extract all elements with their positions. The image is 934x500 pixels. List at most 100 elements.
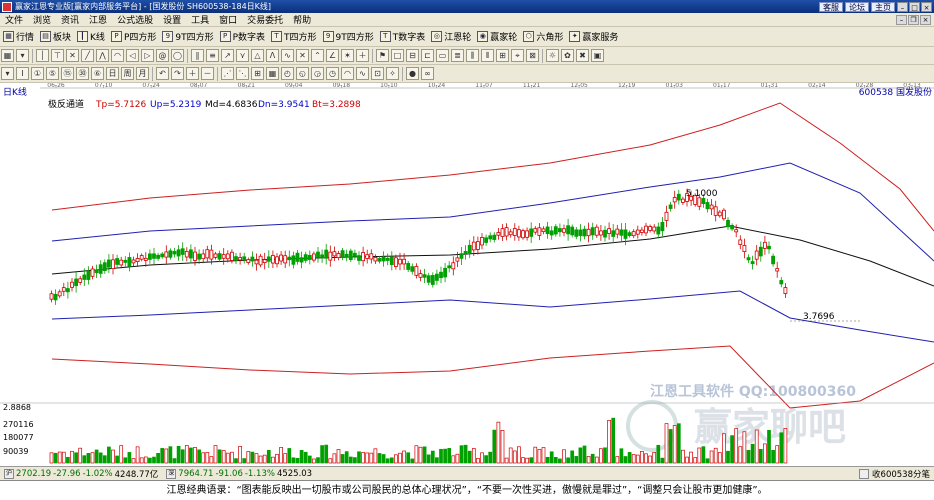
bracket-tool-icon[interactable]: ⊏ [421, 49, 434, 62]
sh-index[interactable]: 沪 2702.19 -27.96 -1.02% 4248.77亿 [0, 468, 162, 480]
month-icon[interactable]: 月 [136, 67, 149, 80]
ellipse-tool-icon[interactable]: ◯ [171, 49, 184, 62]
gann-wheel-button[interactable]: ◎ 江恩轮 [428, 29, 474, 45]
period-1-icon[interactable]: ① [31, 67, 44, 80]
p-number-table-button[interactable]: P P数字表 [217, 29, 268, 45]
period-60-icon[interactable]: ⑥ [91, 67, 104, 80]
menu-gann[interactable]: 江恩 [84, 13, 112, 26]
gann-retrace-icon[interactable]: ◷ [326, 67, 339, 80]
line-tool-icon[interactable]: ╱ [81, 49, 94, 62]
gann-arc-icon[interactable]: ◠ [341, 67, 354, 80]
zigzag-tool-icon[interactable]: ⋎ [236, 49, 249, 62]
kline-chart-area[interactable]: 06-26 07-10 07-24 08-07 08-21 09-04 09-18 10-10… [0, 83, 934, 466]
rose-icon[interactable]: ✿ [561, 49, 574, 62]
color-picker-icon[interactable]: ● [406, 67, 419, 80]
gann-price-icon[interactable]: ◶ [311, 67, 324, 80]
arrow-right-icon[interactable]: ▷ [141, 49, 154, 62]
gann-cycle-icon[interactable]: ◴ [281, 67, 294, 80]
maximize-icon[interactable]: □ [909, 1, 920, 12]
box-split-icon[interactable]: ⊟ [406, 49, 419, 62]
spiral-tool-icon[interactable]: @ [156, 49, 169, 62]
fan-tool-icon[interactable]: ⋀ [96, 49, 109, 62]
grid-view-icon[interactable]: ▦ [1, 49, 14, 62]
angle-tool-icon[interactable]: ∠ [326, 49, 339, 62]
gann-grid-icon[interactable]: ⊞ [251, 67, 264, 80]
menu-formula[interactable]: 公式选股 [112, 13, 158, 26]
parallel-tool-icon[interactable]: ≡ [206, 49, 219, 62]
infinity-icon[interactable]: ∞ [421, 67, 434, 80]
quotes-button[interactable]: ▦ 行情 [0, 29, 37, 45]
chart-dropdown-icon[interactable]: ▾ [1, 67, 14, 80]
menu-news[interactable]: 资讯 [56, 13, 84, 26]
home-link[interactable]: 主页 [871, 1, 895, 12]
fib-tool-icon[interactable]: ≣ [451, 49, 464, 62]
channel-tool-icon[interactable]: ∥ [191, 49, 204, 62]
zoom-out-icon[interactable]: － [201, 67, 214, 80]
arrow-left-icon[interactable]: ◁ [126, 49, 139, 62]
gann-angle-icon[interactable]: ⋱ [236, 67, 249, 80]
fill-icon[interactable]: ▣ [591, 49, 604, 62]
bar-tool-icon[interactable]: │ [36, 49, 49, 62]
kline-button[interactable]: ┃ K线 [74, 29, 108, 45]
flag-tool-icon[interactable]: ⚑ [376, 49, 389, 62]
day-icon[interactable]: 日 [106, 67, 119, 80]
mdi-close-icon[interactable]: × [920, 14, 931, 25]
spike-tool-icon[interactable]: Λ [266, 49, 279, 62]
t-square-button[interactable]: T T四方形 [268, 29, 320, 45]
gann-box2-icon[interactable]: ⊡ [371, 67, 384, 80]
time-tool-icon[interactable]: ⫴ [481, 49, 494, 62]
p-square-button[interactable]: P P四方形 [108, 29, 159, 45]
forum-link[interactable]: 论坛 [845, 1, 869, 12]
box-tool-icon[interactable]: □ [391, 49, 404, 62]
cross-mark-icon[interactable]: ＋ [356, 49, 369, 62]
tick-data-text[interactable]: 收600538分笔 [872, 468, 930, 480]
x-tool-icon[interactable]: ✕ [296, 49, 309, 62]
menu-help[interactable]: 帮助 [288, 13, 316, 26]
sun-icon[interactable]: ☼ [546, 49, 559, 62]
dropdown-icon[interactable]: ▾ [16, 49, 29, 62]
t-number-table-button[interactable]: T T数字表 [377, 29, 429, 45]
menu-settings[interactable]: 设置 [158, 13, 186, 26]
week-icon[interactable]: 周 [121, 67, 134, 80]
gann-wave-icon[interactable]: ∿ [356, 67, 369, 80]
minimize-icon[interactable]: – [897, 1, 908, 12]
zoom-in-icon[interactable]: ＋ [186, 67, 199, 80]
gann-time-icon[interactable]: ◵ [296, 67, 309, 80]
sz-index[interactable]: 深 7964.71 -91.06 -1.13% 4525.03 [162, 468, 316, 479]
menu-browse[interactable]: 浏览 [28, 13, 56, 26]
service-link[interactable]: 客服 [819, 1, 843, 12]
cycle-tool-icon[interactable]: ⫼ [466, 49, 479, 62]
kline-chart-svg[interactable]: 06-26 07-10 07-24 08-07 08-21 09-04 09-18 10-10… [0, 83, 934, 466]
cross-hair-icon[interactable]: ⌖ [511, 49, 524, 62]
menu-tools[interactable]: 工具 [186, 13, 214, 26]
ray-tool-icon[interactable]: ↗ [221, 49, 234, 62]
mdi-restore-icon[interactable]: ❐ [908, 14, 919, 25]
period-15-icon[interactable]: ⑮ [61, 67, 74, 80]
x-box-icon[interactable]: ⊠ [526, 49, 539, 62]
arc-tool-icon[interactable]: ◠ [111, 49, 124, 62]
menu-window[interactable]: 窗口 [214, 13, 242, 26]
tick-tool-icon[interactable]: ⊤ [51, 49, 64, 62]
hexagon-button[interactable]: ⬡ 六角形 [520, 29, 566, 45]
mdi-minimize-icon[interactable]: – [896, 14, 907, 25]
redo-icon[interactable]: ↷ [171, 67, 184, 80]
cursor-icon[interactable]: I [16, 67, 29, 80]
triangle-tool-icon[interactable]: △ [251, 49, 264, 62]
undo-icon[interactable]: ↶ [156, 67, 169, 80]
close-icon[interactable]: × [921, 1, 932, 12]
period-5-icon[interactable]: ⑤ [46, 67, 59, 80]
cross-tool-icon[interactable]: ✕ [66, 49, 79, 62]
gann-star-icon[interactable]: ✧ [386, 67, 399, 80]
rect-tool-icon[interactable]: ▭ [436, 49, 449, 62]
delete-icon[interactable]: ✖ [576, 49, 589, 62]
star-tool-icon[interactable]: ✶ [341, 49, 354, 62]
winner-wheel-button[interactable]: ◉ 赢家轮 [474, 29, 520, 45]
9t-square-button[interactable]: 9 9T四方形 [159, 29, 216, 45]
gann-fan-icon[interactable]: ⋰ [221, 67, 234, 80]
gann-box-icon[interactable]: ⊞ [496, 49, 509, 62]
menu-file[interactable]: 文件 [0, 13, 28, 26]
menu-trade[interactable]: 交易委托 [242, 13, 288, 26]
sector-button[interactable]: ▤ 板块 [37, 29, 74, 45]
gann-square-icon[interactable]: ▦ [266, 67, 279, 80]
hat-tool-icon[interactable]: ⌃ [311, 49, 324, 62]
